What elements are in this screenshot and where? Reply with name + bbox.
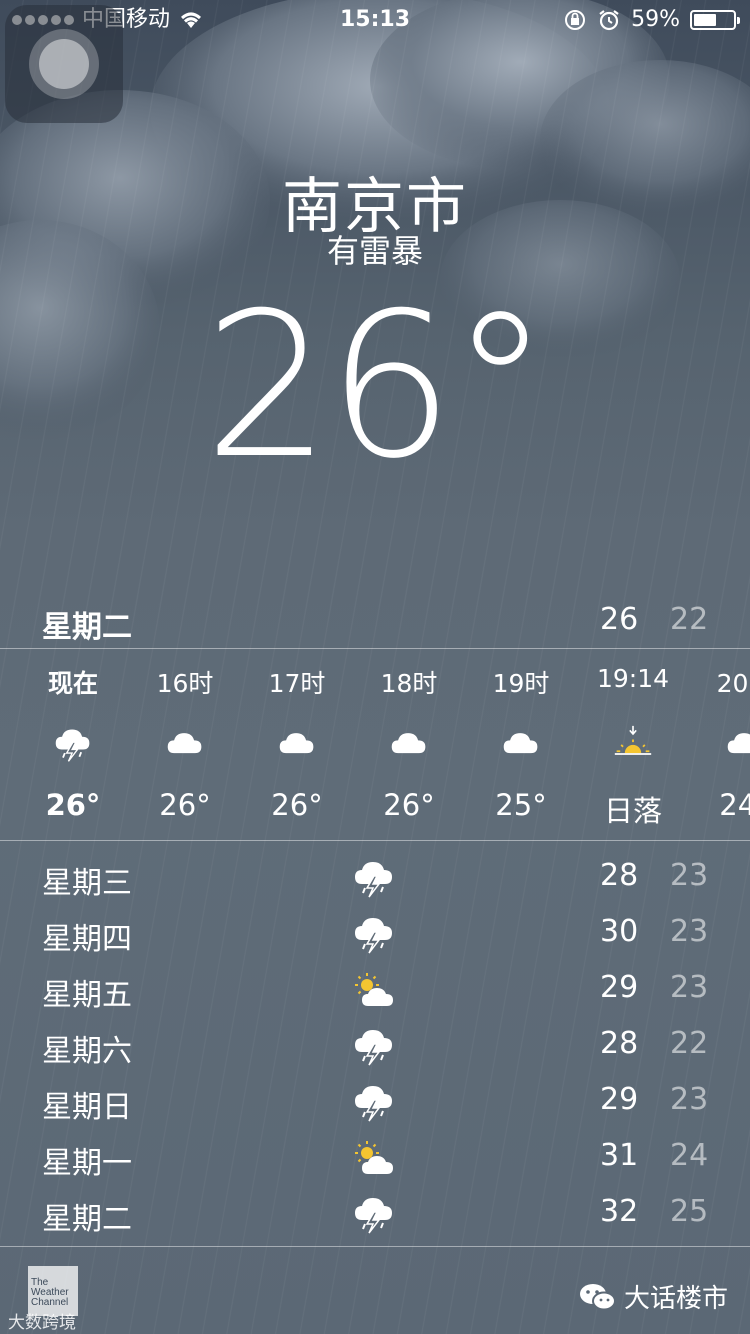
daily-day: 星期三 (42, 866, 132, 901)
daily-row: 星期四 30 23 (0, 906, 750, 962)
daily-high: 28 (600, 1026, 639, 1061)
hourly-item: 19:14 日落 (578, 650, 688, 840)
daily-low: 23 (670, 970, 709, 1005)
thunderstorm-icon (352, 858, 396, 898)
daily-low: 23 (670, 1082, 709, 1117)
hourly-item: 现在 26° (18, 650, 128, 840)
daily-low: 24 (670, 1138, 709, 1173)
daily-day: 星期日 (42, 1090, 132, 1125)
hourly-temp: 26° (271, 788, 323, 822)
daily-high: 32 (600, 1194, 639, 1229)
today-high: 26 (600, 602, 639, 637)
partly-sunny-icon (352, 970, 396, 1010)
watermark-text: 大话楼市 (624, 1284, 729, 1314)
hourly-temp: 日落 (603, 794, 662, 828)
thunderstorm-icon (53, 724, 93, 764)
daily-low: 22 (670, 1026, 709, 1061)
hourly-time: 19:14 (596, 664, 670, 693)
daily-day: 星期一 (42, 1146, 132, 1181)
hourly-temp: 26° (45, 788, 101, 822)
daily-low: 25 (670, 1194, 709, 1229)
daily-day: 星期六 (42, 1034, 132, 1069)
daily-row: 星期二 32 25 (0, 1186, 750, 1242)
hourly-time: 现在 (47, 669, 98, 698)
partly-sunny-icon (352, 1138, 396, 1178)
daily-day: 星期二 (42, 1202, 132, 1237)
orientation-lock-icon (565, 10, 586, 30)
cloud-icon (725, 724, 750, 764)
hourly-temp: 26° (159, 788, 211, 822)
current-temperature: 26° (203, 270, 551, 503)
hourly-temp: 24° (719, 788, 750, 822)
daily-high: 31 (600, 1138, 639, 1173)
daily-high: 28 (600, 858, 639, 893)
daily-row: 星期六 28 22 (0, 1018, 750, 1074)
daily-row: 星期五 29 23 (0, 962, 750, 1018)
cloud-icon (389, 724, 429, 764)
alarm-icon (599, 10, 619, 31)
today-day: 星期二 (42, 610, 132, 645)
daily-row: 星期一 31 24 (0, 1130, 750, 1186)
sunset-icon (613, 724, 653, 764)
battery-icon (690, 10, 740, 30)
hourly-item: 20时 24° (690, 650, 750, 840)
hourly-item: 16时 26° (130, 650, 240, 840)
daily-day: 星期五 (42, 978, 132, 1013)
battery-percent: 59% (631, 7, 680, 32)
cloud-icon (277, 724, 317, 764)
hourly-time: 16时 (156, 669, 214, 698)
watermark: 大话楼市 (578, 1278, 728, 1315)
daily-high: 29 (600, 1082, 639, 1117)
divider (0, 648, 750, 649)
daily-row: 星期日 29 23 (0, 1074, 750, 1130)
thunderstorm-icon (352, 1082, 396, 1122)
hourly-item: 17时 26° (242, 650, 352, 840)
daily-low: 23 (670, 914, 709, 949)
daily-high: 29 (600, 970, 639, 1005)
hourly-temp: 26° (383, 788, 435, 822)
thunderstorm-icon (352, 914, 396, 954)
watermark-small: 大数跨境 (8, 1313, 76, 1333)
daily-low: 23 (670, 858, 709, 893)
hourly-time: 18时 (380, 669, 438, 698)
hourly-time: 17时 (268, 669, 326, 698)
hourly-item: 18时 26° (354, 650, 464, 840)
divider (0, 840, 750, 841)
hourly-time: 20时 (716, 669, 750, 698)
hourly-temp: 25° (495, 788, 547, 822)
daily-high: 30 (600, 914, 639, 949)
cloud-icon (501, 724, 541, 764)
thunderstorm-icon (352, 1026, 396, 1066)
cloud-icon (165, 724, 205, 764)
assistive-touch-button[interactable] (5, 5, 123, 123)
hourly-item: 19时 25° (466, 650, 576, 840)
current-condition: 有雷暴 (326, 232, 423, 270)
today-low: 22 (670, 602, 709, 637)
wechat-icon (580, 1283, 616, 1310)
today-summary: 星期二 26 22 (0, 596, 750, 648)
daily-day: 星期四 (42, 922, 132, 957)
daily-row: 星期三 28 23 (0, 850, 750, 906)
divider (0, 1246, 750, 1247)
hourly-forecast[interactable]: 现在26°16时26°17时26°18时26°19时25°19:14日落20时2… (0, 650, 750, 840)
hourly-time: 19时 (492, 669, 550, 698)
thunderstorm-icon (352, 1194, 396, 1234)
